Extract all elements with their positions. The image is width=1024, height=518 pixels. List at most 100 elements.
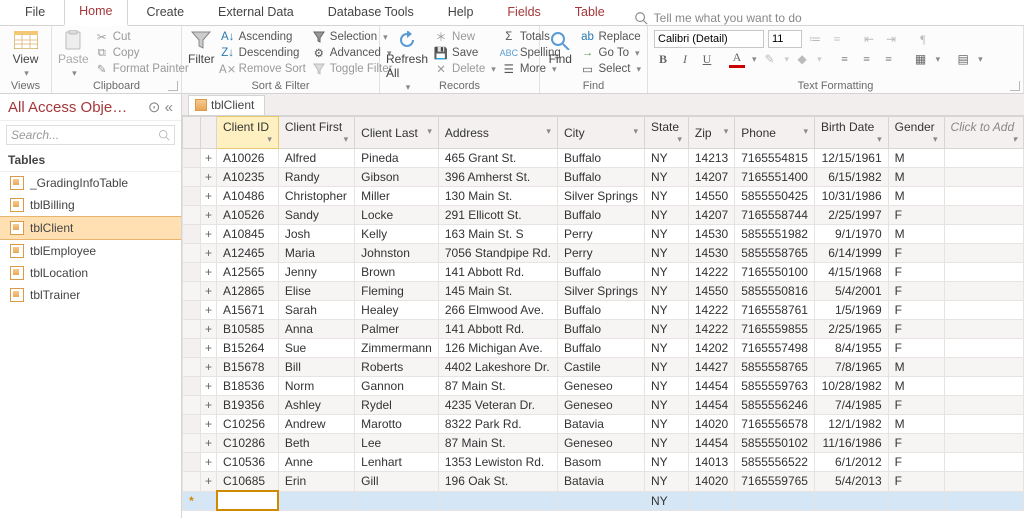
tab-external-data[interactable]: External Data [203, 0, 309, 25]
cell[interactable]: NY [644, 244, 688, 263]
column-header[interactable]: Address▾ [438, 117, 557, 149]
nav-title[interactable]: All Access Obje… [8, 99, 127, 116]
cell[interactable]: C10286 [217, 434, 279, 453]
cell[interactable] [944, 434, 1023, 453]
table-row[interactable]: +B10585AnnaPalmer141 Abbott Rd.BuffaloNY… [183, 320, 1024, 339]
cell[interactable]: 14550 [688, 282, 734, 301]
cell[interactable]: Locke [355, 206, 439, 225]
select-button[interactable]: ▭Select▾ [581, 62, 642, 76]
cell[interactable]: A10026 [217, 149, 279, 168]
cell[interactable]: 10/31/1986 [814, 187, 888, 206]
column-dropdown-icon[interactable]: ▾ [267, 134, 272, 145]
tab-database-tools[interactable]: Database Tools [313, 0, 429, 25]
cell[interactable]: Miller [355, 187, 439, 206]
table-row[interactable]: +A12565JennyBrown141 Abbott Rd.BuffaloNY… [183, 263, 1024, 282]
cell[interactable]: NY [644, 396, 688, 415]
expand-button[interactable]: + [201, 301, 217, 320]
row-header[interactable] [183, 282, 201, 301]
cell[interactable]: Silver Springs [557, 282, 644, 301]
cell[interactable]: 10/28/1982 [814, 377, 888, 396]
cell[interactable]: 4/15/1968 [814, 263, 888, 282]
cell[interactable]: 141 Abbott Rd. [438, 263, 557, 282]
column-dropdown-icon[interactable]: ▾ [633, 126, 638, 137]
paste-button[interactable]: Paste▾ [58, 28, 89, 79]
cell[interactable]: 130 Main St. [438, 187, 557, 206]
cell[interactable]: A10486 [217, 187, 279, 206]
cell[interactable]: 7165554815 [735, 149, 815, 168]
cell[interactable]: NY [644, 491, 688, 510]
cell[interactable] [944, 415, 1023, 434]
cell[interactable]: F [888, 472, 944, 492]
cell[interactable]: 141 Abbott Rd. [438, 320, 557, 339]
expand-button[interactable]: + [201, 415, 217, 434]
table-row[interactable]: +A12465MariaJohnston7056 Standpipe Rd.Pe… [183, 244, 1024, 263]
nav-collapse-icon[interactable]: ⊙ « [148, 98, 173, 116]
cell[interactable]: 14013 [688, 453, 734, 472]
cell[interactable]: 5855556522 [735, 453, 815, 472]
column-dropdown-icon[interactable]: ▾ [344, 134, 349, 145]
expand-button[interactable]: + [201, 377, 217, 396]
cell[interactable]: Silver Springs [557, 187, 644, 206]
cell[interactable]: Perry [557, 244, 644, 263]
row-header[interactable] [183, 206, 201, 225]
cell[interactable]: 14454 [688, 377, 734, 396]
gridlines-button[interactable]: ▦ [912, 50, 930, 68]
cell[interactable]: 14454 [688, 396, 734, 415]
cell[interactable]: Christopher [278, 187, 354, 206]
cell[interactable]: Ashley [278, 396, 354, 415]
copy-button[interactable]: ⧉Copy [95, 46, 189, 60]
column-header[interactable]: Click to Add▾ [944, 117, 1023, 149]
column-header[interactable]: Client Last▾ [355, 117, 439, 149]
cell[interactable]: 6/14/1999 [814, 244, 888, 263]
cell[interactable]: NY [644, 225, 688, 244]
view-button[interactable]: View▾ [6, 28, 45, 79]
expand-button[interactable]: + [201, 320, 217, 339]
cell[interactable]: 9/1/1970 [814, 225, 888, 244]
cell[interactable]: A12465 [217, 244, 279, 263]
cell[interactable]: 14222 [688, 301, 734, 320]
cell[interactable] [944, 149, 1023, 168]
row-header[interactable] [183, 358, 201, 377]
expand-button[interactable]: + [201, 206, 217, 225]
cell[interactable] [944, 244, 1023, 263]
cut-button[interactable]: ✂Cut [95, 30, 189, 44]
cell[interactable]: 4235 Veteran Dr. [438, 396, 557, 415]
cell[interactable]: 7165559855 [735, 320, 815, 339]
tab-file[interactable]: File [10, 0, 60, 25]
nav-section-tables[interactable]: Tables [0, 149, 181, 172]
table-row[interactable]: +C10286BethLee87 Main St.GeneseoNY144545… [183, 434, 1024, 453]
cell[interactable]: F [888, 396, 944, 415]
cell[interactable]: NY [644, 168, 688, 187]
table-row[interactable]: +C10685ErinGill196 Oak St.BataviaNY14020… [183, 472, 1024, 492]
cell[interactable]: B10585 [217, 320, 279, 339]
cell[interactable]: 7165557498 [735, 339, 815, 358]
row-header[interactable] [183, 415, 201, 434]
column-header[interactable]: Gender▾ [888, 117, 944, 149]
tab-create[interactable]: Create [132, 0, 200, 25]
table-row[interactable]: +B15264SueZimmermann126 Michigan Ave.Buf… [183, 339, 1024, 358]
cell[interactable]: F [888, 282, 944, 301]
expand-button[interactable]: + [201, 149, 217, 168]
numbering-icon[interactable]: ≡ [828, 30, 846, 48]
cell[interactable] [944, 282, 1023, 301]
row-header[interactable] [183, 149, 201, 168]
cell[interactable]: NY [644, 187, 688, 206]
cell[interactable]: Pineda [355, 149, 439, 168]
table-row[interactable]: +A10026AlfredPineda465 Grant St.BuffaloN… [183, 149, 1024, 168]
cell[interactable]: F [888, 206, 944, 225]
new-record-button[interactable]: ＊New [434, 30, 496, 44]
column-dropdown-icon[interactable]: ▾ [724, 126, 729, 137]
cell[interactable] [944, 187, 1023, 206]
row-header[interactable] [183, 225, 201, 244]
cell[interactable] [944, 339, 1023, 358]
expand-button[interactable]: + [201, 453, 217, 472]
font-size-combo[interactable] [768, 30, 802, 48]
cell[interactable]: 7/8/1965 [814, 358, 888, 377]
cell[interactable]: 11/16/1986 [814, 434, 888, 453]
cell[interactable]: Norm [278, 377, 354, 396]
italic-button[interactable]: I [676, 50, 694, 68]
cell[interactable]: 126 Michigan Ave. [438, 339, 557, 358]
expand-button[interactable]: + [201, 225, 217, 244]
column-header[interactable]: Zip▾ [688, 117, 734, 149]
expand-button[interactable]: + [201, 358, 217, 377]
